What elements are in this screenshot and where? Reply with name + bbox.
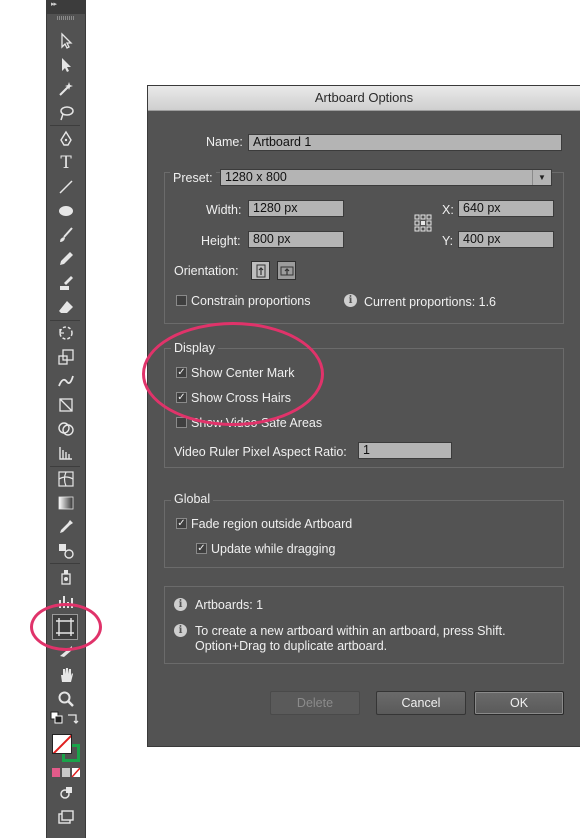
info-icon: i — [174, 598, 187, 611]
global-group — [164, 500, 564, 568]
blob-brush-tool-icon[interactable] — [54, 272, 78, 294]
artboards-count: Artboards: 1 — [195, 598, 264, 612]
preset-value: 1280 x 800 — [225, 170, 287, 184]
symbol-sprayer-tool-icon[interactable] — [54, 566, 78, 588]
pixel-aspect-ratio-label: Video Ruler Pixel Aspect Ratio: — [174, 445, 347, 459]
cancel-button[interactable]: Cancel — [376, 691, 466, 715]
direct-selection-tool-icon[interactable] — [54, 54, 78, 76]
artboard-options-dialog: Artboard Options Name: Artboard 1 Preset… — [142, 86, 580, 746]
zoom-tool-icon[interactable] — [54, 688, 78, 710]
magic-wand-tool-icon[interactable] — [54, 78, 78, 100]
hand-tool-icon[interactable] — [54, 664, 78, 686]
fade-region-checkbox[interactable]: ✓ — [176, 518, 187, 529]
toolbar-separator — [50, 320, 80, 321]
dropdown-arrow-icon[interactable]: ▼ — [532, 170, 551, 185]
perspective-grid-tool-icon[interactable] — [54, 442, 78, 464]
current-proportions-text: Current proportions: 1.6 — [364, 295, 497, 309]
height-field[interactable]: 800 px — [248, 231, 344, 248]
toolbar-separator — [50, 125, 80, 126]
fade-region-label: Fade region outside Artboard — [191, 517, 353, 531]
orientation-label: Orientation: — [174, 264, 239, 278]
tip-line-1: To create a new artboard within an artbo… — [195, 624, 506, 638]
checkmark-icon: ✓ — [197, 542, 206, 554]
eraser-tool-icon[interactable] — [54, 296, 78, 318]
swap-colors-icon[interactable] — [66, 710, 80, 726]
artboard-tool-highlight — [30, 603, 102, 651]
pixel-aspect-ratio-field[interactable]: 1 — [358, 442, 452, 459]
checkmark-icon: ✓ — [177, 517, 186, 529]
width-label: Width: — [206, 203, 242, 217]
color-mode-buttons[interactable] — [52, 766, 80, 780]
y-field[interactable]: 400 px — [458, 231, 554, 248]
toolbar-separator — [50, 563, 80, 564]
global-group-title: Global — [171, 492, 214, 506]
default-colors-icon[interactable] — [50, 710, 64, 726]
toolbar-separator — [50, 466, 80, 467]
rotate-tool-icon[interactable] — [54, 322, 78, 344]
display-options-highlight — [142, 322, 324, 426]
update-while-dragging-label: Update while dragging — [211, 542, 336, 556]
preset-select[interactable]: 1280 x 800 ▼ — [220, 169, 552, 186]
tip-line-2: Option+Drag to duplicate artboard. — [195, 639, 388, 653]
name-field[interactable]: Artboard 1 — [248, 134, 562, 151]
fill-swatch-none[interactable] — [52, 734, 72, 754]
paintbrush-tool-icon[interactable] — [54, 224, 78, 246]
portrait-orientation-button[interactable] — [251, 261, 270, 280]
width-field[interactable]: 1280 px — [248, 200, 344, 217]
name-label: Name: — [206, 135, 243, 149]
type-tool-glyph: T — [60, 153, 72, 173]
reference-point-icon[interactable] — [414, 214, 432, 232]
screen-mode-icon[interactable] — [54, 806, 78, 828]
shape-builder-tool-icon[interactable] — [54, 418, 78, 440]
ellipse-tool-icon[interactable] — [54, 200, 78, 222]
selection-tool-icon[interactable] — [54, 30, 78, 52]
panel-grip[interactable] — [57, 16, 75, 20]
pen-tool-icon[interactable] — [54, 128, 78, 150]
preset-label: Preset: — [170, 171, 216, 185]
lasso-tool-icon[interactable] — [54, 102, 78, 124]
landscape-orientation-button[interactable] — [277, 261, 296, 280]
update-while-dragging-checkbox[interactable]: ✓ — [196, 543, 207, 554]
free-transform-tool-icon[interactable] — [54, 394, 78, 416]
type-tool-icon[interactable]: T — [54, 152, 78, 174]
tools-panel-header[interactable]: ▸▸ — [47, 0, 85, 14]
blend-tool-icon[interactable] — [54, 540, 78, 562]
info-icon: i — [344, 294, 357, 307]
height-label: Height: — [201, 234, 241, 248]
eyedropper-tool-icon[interactable] — [54, 516, 78, 538]
gradient-tool-icon[interactable] — [54, 492, 78, 514]
ok-button[interactable]: OK — [474, 691, 564, 715]
y-label: Y: — [442, 234, 454, 248]
dialog-title[interactable]: Artboard Options — [148, 86, 580, 111]
mesh-tool-icon[interactable] — [54, 468, 78, 490]
x-label: X: — [442, 203, 454, 217]
constrain-proportions-checkbox[interactable] — [176, 295, 187, 306]
draw-mode-icon[interactable] — [54, 782, 78, 804]
line-segment-tool-icon[interactable] — [54, 176, 78, 198]
info-icon: i — [174, 624, 187, 637]
constrain-proportions-label: Constrain proportions — [191, 294, 311, 308]
collapse-arrows-icon[interactable]: ▸▸ — [51, 1, 57, 9]
scale-tool-icon[interactable] — [54, 346, 78, 368]
pencil-tool-icon[interactable] — [54, 248, 78, 270]
warp-tool-icon[interactable] — [54, 370, 78, 392]
x-field[interactable]: 640 px — [458, 200, 554, 217]
delete-button[interactable]: Delete — [270, 691, 360, 715]
